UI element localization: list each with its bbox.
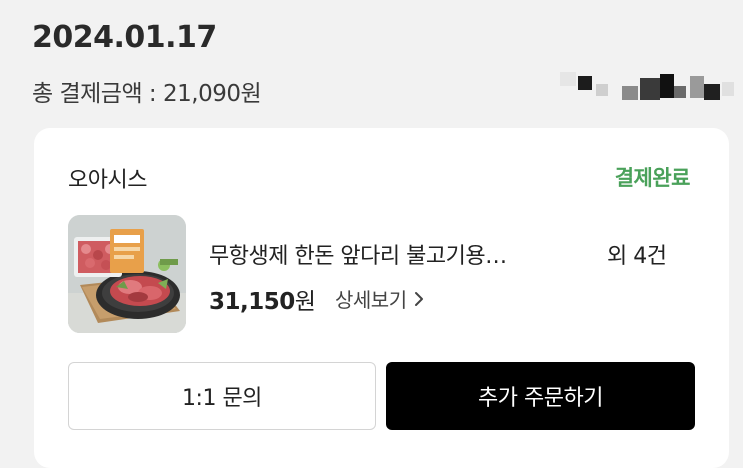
- view-details-link[interactable]: 상세보기: [335, 284, 425, 313]
- redacted-pixelated-area: [560, 64, 743, 108]
- order-date: 2024.01.17: [32, 20, 217, 55]
- inquiry-button[interactable]: 1:1 문의: [68, 362, 376, 430]
- reorder-button[interactable]: 추가 주문하기: [386, 362, 695, 430]
- order-card: 오아시스 결제완료 무항생제 한돈 앞다리 불고기용… 외 4건 31,150원…: [34, 128, 729, 468]
- total-payment-amount: 21,090원: [163, 81, 262, 107]
- price-number: 31,150: [209, 289, 295, 315]
- product-image: [68, 215, 186, 333]
- total-payment-separator: :: [142, 81, 163, 107]
- product-thumbnail[interactable]: [68, 215, 186, 333]
- additional-item-count: 외 4건: [607, 244, 667, 269]
- chevron-right-icon: [413, 291, 425, 307]
- total-payment-label: 총 결제금액: [32, 81, 143, 107]
- product-name[interactable]: 무항생제 한돈 앞다리 불고기용…: [209, 238, 587, 270]
- order-price: 31,150원: [209, 282, 316, 316]
- total-payment-line: 총 결제금액 : 21,090원: [32, 74, 262, 108]
- order-status-badge: 결제완료: [614, 166, 691, 190]
- view-details-label: 상세보기: [335, 288, 407, 312]
- price-unit: 원: [294, 289, 316, 315]
- store-name: 오아시스: [68, 168, 147, 193]
